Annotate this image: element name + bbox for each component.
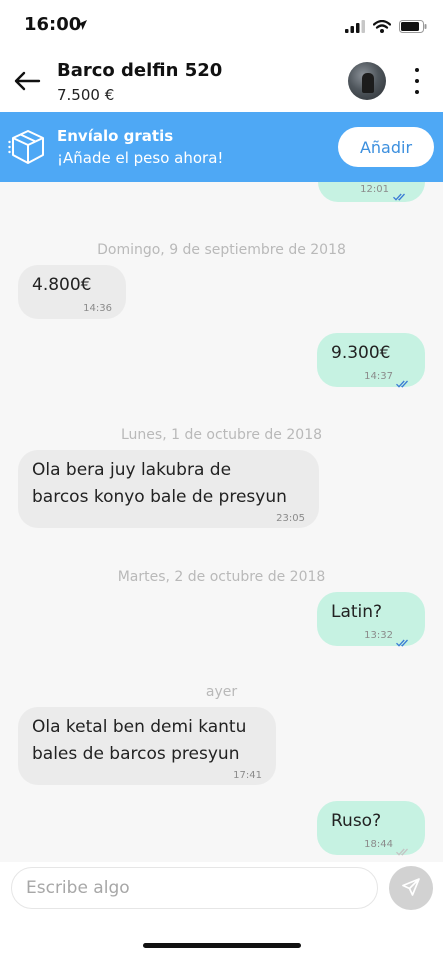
status-icons <box>345 18 427 37</box>
date-separator: Martes, 2 de octubre de 2018 <box>117 569 326 585</box>
message-list[interactable]: 12:01 Domingo, 9 de septiembre de 2018 4… <box>0 182 443 862</box>
message-bubble-outgoing[interactable]: 12:01 <box>318 182 425 202</box>
message-time: 17:41 <box>233 770 262 781</box>
message-time: 14:37 <box>364 371 393 382</box>
more-vertical-icon[interactable] <box>407 66 427 96</box>
home-indicator <box>143 943 301 948</box>
message-text: Ruso? <box>331 811 382 831</box>
avatar[interactable] <box>348 62 386 100</box>
date-separator: ayer <box>205 684 238 700</box>
back-arrow-icon[interactable] <box>12 66 42 96</box>
send-button[interactable] <box>389 866 433 910</box>
message-bubble-outgoing[interactable]: 9.300€ 14:37 <box>317 333 425 388</box>
message-text-line: bales de barcos presyun <box>32 744 240 764</box>
message-bubble-outgoing[interactable]: Latin? 13:32 <box>317 592 425 647</box>
message-bubble-incoming[interactable]: Ola ketal ben demi kantu bales de barcos… <box>18 707 276 785</box>
double-check-icon <box>396 373 411 392</box>
battery-icon <box>399 18 427 37</box>
message-text-line: Ola ketal ben demi kantu <box>32 717 247 737</box>
message-bubble-outgoing[interactable]: Ruso? 18:44 <box>317 801 425 856</box>
message-time: 14:36 <box>83 303 112 314</box>
double-check-icon <box>396 632 411 651</box>
message-text: Latin? <box>331 602 383 622</box>
message-bubble-incoming[interactable]: 4.800€ 14:36 <box>18 265 126 319</box>
message-text-line: Ola bera juy lakubra de <box>32 460 232 480</box>
message-time: 12:01 <box>360 184 389 195</box>
message-time: 18:44 <box>364 839 393 850</box>
add-weight-button[interactable]: Añadir <box>338 127 434 167</box>
composer <box>0 862 443 960</box>
item-price: 7.500 € <box>57 86 115 104</box>
message-text: 9.300€ <box>331 343 391 363</box>
message-bubble-incoming[interactable]: Ola bera juy lakubra de barcos konyo bal… <box>18 450 319 528</box>
location-arrow-icon <box>76 16 88 35</box>
shipping-banner: Envíalo gratis ¡Añade el peso ahora! Aña… <box>0 112 443 182</box>
date-separator: Domingo, 9 de septiembre de 2018 <box>97 242 346 258</box>
message-text-line: barcos konyo bale de presyun <box>32 487 287 507</box>
status-bar: 16:00 <box>0 0 443 52</box>
banner-subtitle: ¡Añade el peso ahora! <box>57 149 224 167</box>
double-check-icon <box>393 186 408 205</box>
item-title[interactable]: Barco delfin 520 <box>57 60 222 81</box>
status-time: 16:00 <box>24 14 82 35</box>
banner-title: Envíalo gratis <box>57 127 174 145</box>
chat-header: Barco delfin 520 7.500 € <box>0 52 443 112</box>
date-separator: Lunes, 1 de octubre de 2018 <box>120 427 323 443</box>
message-text: 4.800€ <box>32 275 92 295</box>
send-icon <box>401 877 421 900</box>
message-time: 23:05 <box>276 513 305 524</box>
package-icon <box>8 128 48 166</box>
message-input[interactable] <box>11 867 378 909</box>
double-check-icon <box>396 841 411 860</box>
message-time: 13:32 <box>364 630 393 641</box>
wifi-icon <box>372 18 392 37</box>
signal-icon <box>345 18 365 37</box>
